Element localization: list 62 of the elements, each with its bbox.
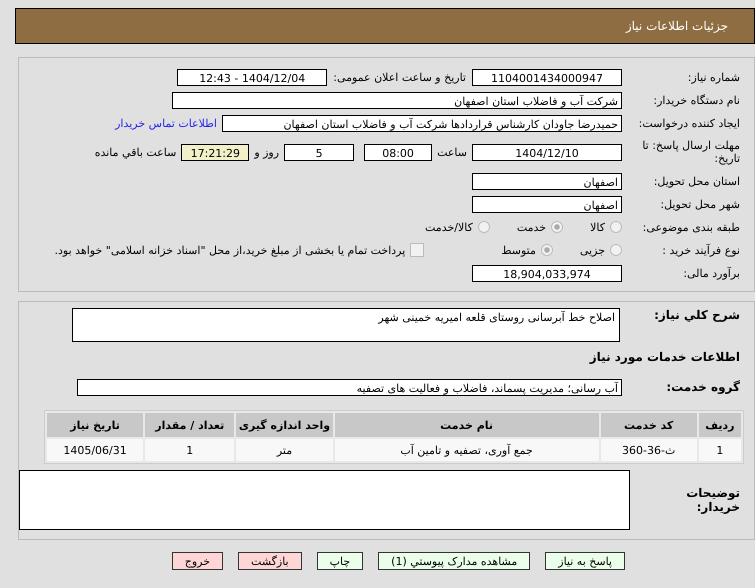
table-cell: جمع آوری، تصفیه و تامین آب <box>334 439 599 461</box>
radio-label: کالا/خدمت <box>425 220 473 234</box>
column-header: تعداد / مقدار <box>145 413 234 437</box>
contact-link[interactable]: اطلاعات تماس خریدار <box>115 116 217 130</box>
radio-label: جزیی <box>580 244 605 256</box>
field-label: شرح کلي نیاز: <box>653 308 741 322</box>
column-header: تاریخ نیاز <box>47 413 144 437</box>
treasury-text: پرداخت تمام یا بخشی از مبلغ خرید،از محل "اسناد خزانه اسلامی" خواهد بود. <box>54 244 406 256</box>
table-cell: متر <box>236 439 333 461</box>
buyer-field[interactable]: شرکت آب و فاضلاب استان اصفهان <box>172 92 622 108</box>
city-field[interactable]: اصفهان <box>472 196 622 212</box>
need-number-field[interactable]: 1104001434000947 <box>472 68 622 86</box>
page-title: جزئیات اطلاعات نیاز <box>626 19 728 33</box>
remaining-time-field: 17:21:29 <box>181 144 250 160</box>
deadline-date-field[interactable]: 1404/12/10 <box>472 144 622 160</box>
column-header: نام خدمت <box>334 413 599 437</box>
radio-button[interactable] <box>610 244 622 256</box>
action-button[interactable]: خروج <box>172 552 224 570</box>
column-header: کد خدمت <box>600 413 697 437</box>
field-label: شماره نیاز: <box>686 70 741 84</box>
announce-date-field[interactable]: 1404/12/04 - 12:43 <box>177 68 328 86</box>
action-button[interactable]: مشاهده مدارک پیوستي (1) <box>378 552 530 570</box>
action-button[interactable]: چاپ <box>316 552 364 570</box>
action-button[interactable]: بازگشت <box>238 552 302 570</box>
remaining-label: ساعت باقي مانده <box>94 146 176 158</box>
field-label: توضیحات خریدار: <box>685 485 741 514</box>
field-label: مهلت ارسال پاسخ: تا تاریخ: <box>641 138 741 166</box>
field-label: شهر محل تحویل: <box>659 198 741 210</box>
column-header: واحد اندازه گیری <box>236 413 333 437</box>
notes-field[interactable] <box>19 470 630 530</box>
description-field[interactable]: اصلاح خط آبرسانی روستای قلعه امیریه خمینی شهر <box>72 308 620 342</box>
radio-label: کالا <box>590 220 605 234</box>
field-label: طبقه بندی موضوعی: <box>642 220 741 234</box>
column-header: ردیف <box>698 413 741 437</box>
radio-label: متوسط <box>501 244 536 256</box>
table-cell: 1405/06/31 <box>47 439 144 461</box>
field-label: نام دستگاه خریدار: <box>652 94 741 106</box>
field-label: ایجاد کننده درخواست: <box>638 116 741 130</box>
field-label: تاریخ و ساعت اعلان عمومی: <box>333 70 466 84</box>
table-cell: 1 <box>145 439 234 461</box>
days-label: روز و <box>254 146 280 158</box>
section-heading: اطلاعات خدمات مورد نیاز <box>588 350 741 364</box>
table-cell: 1 <box>698 439 741 461</box>
radio-button[interactable] <box>478 221 490 233</box>
estimate-field[interactable]: 18,904,033,974 <box>472 264 622 282</box>
field-label: استان محل تحویل: <box>652 174 741 188</box>
action-button[interactable]: پاسخ به نیاز <box>545 552 625 570</box>
province-field[interactable]: اصفهان <box>472 172 622 190</box>
service-group-field[interactable]: آب رسانی؛ مدیریت پسماند، فاضلاب و فعالیت های تصفیه <box>77 378 622 396</box>
days-field[interactable]: 5 <box>284 144 354 160</box>
radio-button[interactable] <box>610 221 622 233</box>
treasury-checkbox[interactable] <box>410 243 424 257</box>
creator-field[interactable]: حمیدرضا جاودان کارشناس قراردادها شرکت آب و فاضلاب استان اصفهان <box>222 114 622 132</box>
radio-button[interactable] <box>540 244 553 256</box>
radio-label: خدمت <box>516 220 546 234</box>
table-cell: ث-36-360 <box>600 439 697 461</box>
field-label: نوع فرآیند خرید : <box>661 244 741 256</box>
time-label: ساعت <box>437 146 467 158</box>
deadline-time-field[interactable]: 08:00 <box>364 144 432 160</box>
field-label: گروه خدمت: <box>665 380 741 394</box>
radio-button[interactable] <box>551 221 564 233</box>
field-label: برآورد مالی: <box>682 266 741 280</box>
